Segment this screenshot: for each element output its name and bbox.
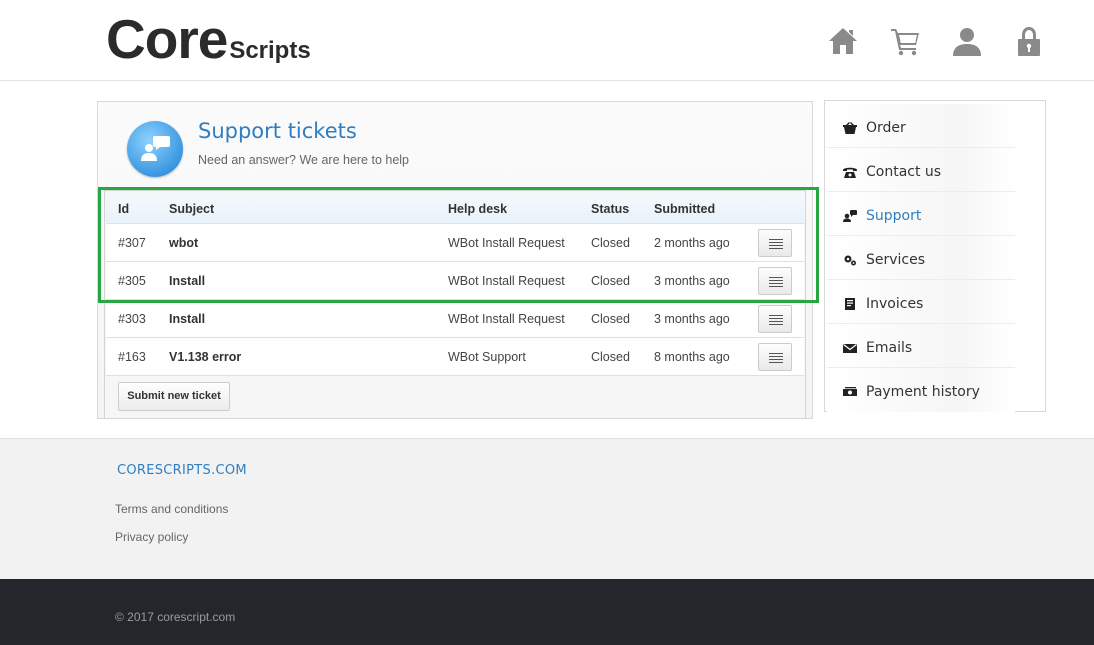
ticket-subject[interactable]: V1.138 error	[169, 338, 241, 376]
menu-icon	[769, 239, 783, 240]
ticket-menu-button[interactable]	[758, 343, 792, 371]
table-row[interactable]: #163 V1.138 error WBot Support Closed 8 …	[106, 338, 804, 376]
page-title: Support tickets	[198, 119, 357, 143]
ticket-subject[interactable]: Install	[169, 262, 205, 300]
ticket-help-desk: WBot Support	[448, 350, 526, 364]
terms-link[interactable]: Terms and conditions	[115, 502, 228, 516]
menu-icon	[769, 356, 783, 357]
phone-icon	[843, 165, 857, 178]
ticket-status: Closed	[591, 350, 630, 364]
sidebar-item-support[interactable]: Support	[827, 192, 1015, 236]
money-icon	[843, 385, 857, 397]
privacy-link[interactable]: Privacy policy	[115, 530, 188, 544]
sidebar-item-label: Support	[866, 208, 922, 224]
menu-icon	[769, 245, 783, 246]
basket-icon	[843, 121, 857, 134]
menu-icon	[769, 286, 783, 287]
sidebar-item-payment-history[interactable]: Payment history	[827, 368, 1015, 412]
ticket-id: #163	[118, 350, 146, 364]
menu-icon	[769, 283, 783, 284]
menu-icon	[769, 315, 783, 316]
menu-icon	[769, 362, 783, 363]
page-subtitle: Need an answer? We are here to help	[198, 153, 410, 167]
column-header-help-desk: Help desk	[448, 202, 508, 216]
cart-icon[interactable]	[889, 24, 921, 58]
invoice-icon	[843, 297, 857, 310]
column-header-status: Status	[591, 202, 630, 216]
tickets-table: Id Subject Help desk Status Submitted #3…	[106, 194, 804, 376]
ticket-id: #307	[118, 236, 146, 250]
site-header: Core Scripts	[0, 0, 1094, 81]
ticket-menu-button[interactable]	[758, 267, 792, 295]
sidebar-item-services[interactable]: Services	[827, 236, 1015, 280]
column-header-subject: Subject	[169, 202, 215, 216]
menu-icon	[769, 318, 783, 319]
ticket-status: Closed	[591, 236, 630, 250]
table-row[interactable]: #307 wbot WBot Install Request Closed 2 …	[106, 224, 804, 262]
ticket-submitted: 8 months ago	[654, 350, 730, 364]
logo-main-text: Core	[106, 8, 228, 70]
ticket-id: #305	[118, 274, 146, 288]
site-logo[interactable]: Core Scripts	[106, 12, 311, 67]
sidebar-item-emails[interactable]: Emails	[827, 324, 1015, 368]
ticket-status: Closed	[591, 312, 630, 326]
menu-icon	[769, 353, 783, 354]
copyright-text: © 2017 corescript.com	[115, 610, 236, 624]
envelope-icon	[843, 341, 857, 353]
column-header-submitted: Submitted	[654, 202, 716, 216]
ticket-menu-button[interactable]	[758, 305, 792, 333]
ticket-help-desk: WBot Install Request	[448, 312, 565, 326]
sidebar-item-order[interactable]: Order	[827, 104, 1015, 148]
menu-icon	[769, 321, 783, 322]
ticket-submitted: 3 months ago	[654, 312, 730, 326]
ticket-subject[interactable]: wbot	[169, 224, 198, 262]
sidebar-item-label: Contact us	[866, 164, 942, 180]
sidebar-item-invoices[interactable]: Invoices	[827, 280, 1015, 324]
menu-icon	[769, 359, 783, 360]
ticket-subject[interactable]: Install	[169, 300, 205, 338]
ticket-submitted: 3 months ago	[654, 274, 730, 288]
home-icon[interactable]	[827, 24, 859, 58]
lock-icon[interactable]	[1013, 24, 1045, 58]
ticket-id: #303	[118, 312, 146, 326]
support-icon	[843, 209, 857, 222]
column-header-id: Id	[118, 202, 130, 216]
sidebar-item-label: Order	[866, 120, 906, 136]
menu-icon	[769, 280, 783, 281]
ticket-help-desk: WBot Install Request	[448, 274, 565, 288]
table-header-row: Id Subject Help desk Status Submitted	[106, 194, 804, 224]
submit-new-ticket-button[interactable]: Submit new ticket	[118, 382, 230, 411]
menu-icon	[769, 277, 783, 278]
ticket-menu-button[interactable]	[758, 229, 792, 257]
ticket-submitted: 2 months ago	[654, 236, 730, 250]
sidebar-item-label: Invoices	[866, 296, 924, 312]
sidebar-item-label: Emails	[866, 340, 913, 356]
account-sidebar: Order Contact us Support Services Invoic…	[824, 100, 1046, 412]
table-row[interactable]: #305 Install WBot Install Request Closed…	[106, 262, 804, 300]
sidebar-item-contact-us[interactable]: Contact us	[827, 148, 1015, 192]
table-row[interactable]: #303 Install WBot Install Request Closed…	[106, 300, 804, 338]
logo-sub-text: Scripts	[229, 37, 311, 64]
footer-brand: CORESCRIPTS.COM	[117, 463, 247, 478]
ticket-status: Closed	[591, 274, 630, 288]
ticket-help-desk: WBot Install Request	[448, 236, 565, 250]
sidebar-item-label: Services	[866, 252, 926, 268]
user-icon[interactable]	[951, 24, 983, 58]
menu-icon	[769, 324, 783, 325]
chat-user-icon	[127, 121, 183, 177]
menu-icon	[769, 242, 783, 243]
sidebar-item-label: Payment history	[866, 384, 980, 400]
gears-icon	[843, 253, 857, 266]
menu-icon	[769, 248, 783, 249]
